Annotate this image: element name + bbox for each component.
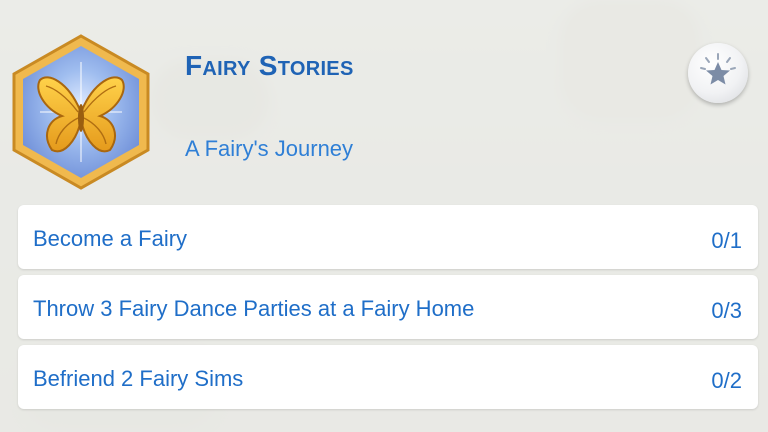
goal-label: Throw 3 Fairy Dance Parties at a Fairy H… <box>33 296 475 321</box>
aspiration-title: Fairy Stories <box>185 50 354 81</box>
goal-progress: 0/1 <box>711 228 742 253</box>
goal-progress: 0/3 <box>711 298 742 323</box>
goal-label: Befriend 2 Fairy Sims <box>33 366 244 391</box>
goal-row-dance-parties[interactable]: Throw 3 Fairy Dance Parties at a Fairy H… <box>18 275 758 339</box>
goal-list: Become a Fairy 0/1 Throw 3 Fairy Dance P… <box>18 205 758 415</box>
goal-row-become-fairy[interactable]: Become a Fairy 0/1 <box>18 205 758 269</box>
goal-label: Become a Fairy <box>33 226 188 251</box>
milestone-title: A Fairy's Journey <box>185 136 354 161</box>
star-icon <box>700 53 736 85</box>
butterfly-wings-icon <box>12 34 150 190</box>
goal-progress: 0/2 <box>711 368 742 393</box>
star-button[interactable] <box>688 43 748 103</box>
goal-row-befriend-sims[interactable]: Befriend 2 Fairy Sims 0/2 <box>18 345 758 409</box>
aspiration-panel: Fairy Stories A Fairy's Journey Become a… <box>0 0 768 432</box>
